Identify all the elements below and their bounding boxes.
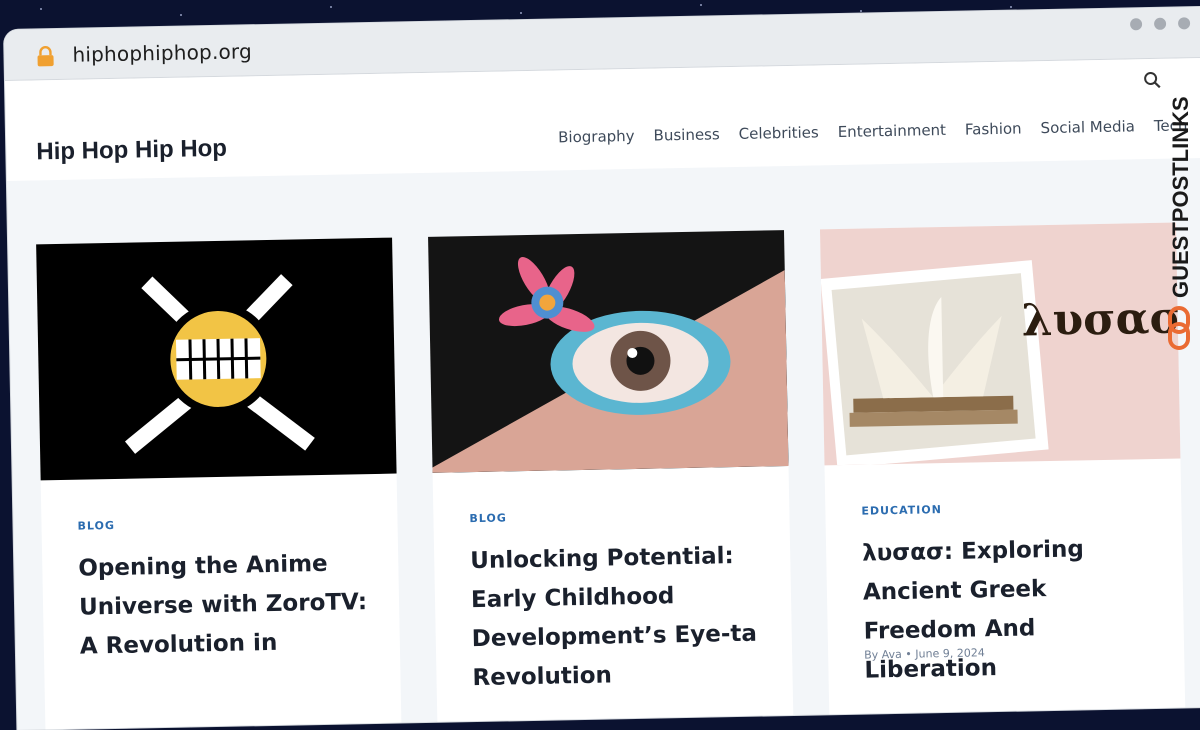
lock-icon xyxy=(37,46,54,67)
post-date: June 9, 2024 xyxy=(915,646,985,661)
link-icon xyxy=(1168,306,1190,350)
main-nav: Biography Business Celebrities Entertain… xyxy=(558,116,1188,146)
watermark-text: GUESTPOSTLINKS xyxy=(1168,96,1193,298)
nav-item-celebrities[interactable]: Celebrities xyxy=(739,123,819,143)
post-category[interactable]: EDUCATION xyxy=(861,503,942,518)
address-bar[interactable]: hiphophiphop.org xyxy=(72,39,252,66)
post-image-eye-tattoo[interactable] xyxy=(428,230,789,473)
nav-item-fashion[interactable]: Fashion xyxy=(965,119,1022,138)
post-category[interactable]: BLOG xyxy=(469,511,507,525)
nav-item-business[interactable]: Business xyxy=(653,125,719,144)
search-icon[interactable] xyxy=(1143,71,1161,89)
post-card[interactable]: BLOG Unlocking Potential: Early Childhoo… xyxy=(428,230,794,730)
window-dot[interactable] xyxy=(1177,17,1191,30)
post-author[interactable]: By Ava xyxy=(864,648,902,662)
window-dot[interactable] xyxy=(1129,18,1143,31)
post-image-caption: λυσασ xyxy=(1021,292,1181,347)
post-category[interactable]: BLOG xyxy=(77,519,115,533)
post-title[interactable]: λυσασ: Exploring Ancient Greek Freedom A… xyxy=(862,529,1165,691)
post-title[interactable]: Opening the Anime Universe with ZoroTV: … xyxy=(78,544,380,667)
post-card[interactable]: λυσασ EDUCATION λυσασ: Exploring Ancient… xyxy=(819,222,1186,730)
post-meta: By Ava • June 9, 2024 xyxy=(864,646,985,661)
window-controls xyxy=(1129,17,1191,31)
meta-separator: • xyxy=(905,647,916,661)
post-image-skull-emblem[interactable] xyxy=(36,237,397,481)
post-image-books[interactable]: λυσασ xyxy=(819,222,1181,466)
nav-item-entertainment[interactable]: Entertainment xyxy=(838,121,947,141)
post-title[interactable]: Unlocking Potential: Early Childhood Dev… xyxy=(470,536,773,698)
browser-window: hiphophiphop.org Hip Hop Hip Hop Biograp… xyxy=(4,6,1200,730)
nav-item-biography[interactable]: Biography xyxy=(558,127,635,146)
guestpostlinks-watermark: GUESTPOSTLINKS xyxy=(1168,96,1193,350)
site-title[interactable]: Hip Hop Hip Hop xyxy=(36,135,227,167)
nav-item-social-media[interactable]: Social Media xyxy=(1040,117,1135,137)
window-dot[interactable] xyxy=(1153,17,1167,30)
post-card[interactable]: BLOG Opening the Anime Universe with Zor… xyxy=(36,237,403,730)
